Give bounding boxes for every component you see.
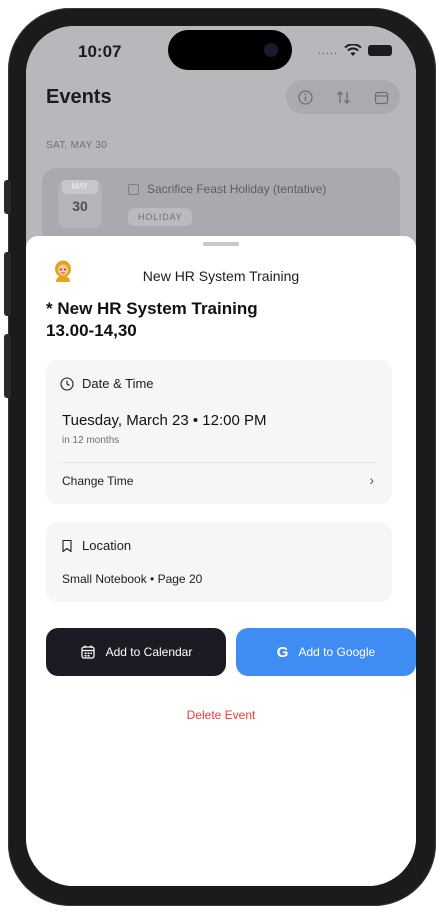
location-value: Small Notebook • Page 20	[62, 572, 203, 586]
device-screen: 10:07 ..... Events SAT, MAY 30 MAY 30 Sa…	[26, 26, 416, 886]
dynamic-island	[168, 30, 292, 70]
location-card: Location Small Notebook • Page 20	[46, 522, 392, 602]
add-to-calendar-button[interactable]: Add to Calendar	[46, 628, 226, 676]
datetime-section-label: Date & Time	[82, 376, 154, 391]
change-time-button[interactable]: Change Time	[62, 474, 133, 488]
date-badge-month: MAY	[62, 180, 98, 194]
silent-switch	[4, 180, 11, 214]
header-actions	[286, 80, 400, 114]
status-time: 10:07	[78, 42, 122, 61]
datetime-card: Date & Time Tuesday, March 23 • 12:00 PM…	[46, 360, 392, 504]
datetime-section-header: Date & Time	[60, 376, 154, 391]
page-title: Events	[46, 86, 112, 108]
info-icon[interactable]	[295, 87, 315, 107]
event-title-time: 13.00-14,30	[46, 321, 137, 340]
battery-icon	[368, 45, 392, 56]
wifi-icon	[344, 44, 362, 56]
date-header: SAT, MAY 30	[46, 140, 108, 151]
add-to-calendar-label: Add to Calendar	[105, 645, 193, 659]
chevron-right-icon[interactable]: ›	[369, 472, 374, 488]
google-icon: G	[276, 643, 289, 661]
calendar-icon[interactable]	[371, 87, 391, 107]
bookmark-icon	[62, 539, 72, 552]
sheet-grabber[interactable]	[203, 242, 239, 246]
date-badge: MAY 30	[58, 180, 102, 228]
add-to-google-button[interactable]: G Add to Google	[236, 628, 416, 676]
volume-up-button	[4, 252, 11, 316]
event-card-title-text: Sacrifice Feast Holiday (tentative)	[147, 182, 327, 196]
location-section-header: Location	[60, 538, 131, 553]
delete-event-button[interactable]: Delete Event	[26, 708, 416, 722]
calendar-icon	[80, 645, 95, 659]
signal-dots: .....	[317, 44, 338, 57]
datetime-relative: in 12 months	[62, 435, 120, 446]
event-tag: HOLIDAY	[128, 208, 193, 226]
sort-icon[interactable]	[333, 87, 353, 107]
event-title-name: * New HR System Training	[46, 299, 258, 318]
event-detail-sheet: New HR System Training * New HR System T…	[26, 236, 416, 886]
event-title: * New HR System Training 13.00-14,30	[46, 298, 386, 342]
location-section-label: Location	[82, 538, 132, 553]
status-indicators: .....	[318, 44, 392, 57]
checkbox-icon	[128, 183, 139, 195]
sheet-title: New HR System Training	[142, 268, 300, 284]
datetime-value: Tuesday, March 23 • 12:00 PM	[62, 412, 267, 429]
date-badge-day: 30	[72, 198, 88, 214]
clock-icon	[60, 376, 74, 391]
volume-down-button	[4, 334, 11, 398]
event-card-title: Sacrifice Feast Holiday (tentative)	[128, 182, 326, 196]
divider	[62, 462, 376, 463]
add-to-google-label: Add to Google	[298, 645, 376, 659]
